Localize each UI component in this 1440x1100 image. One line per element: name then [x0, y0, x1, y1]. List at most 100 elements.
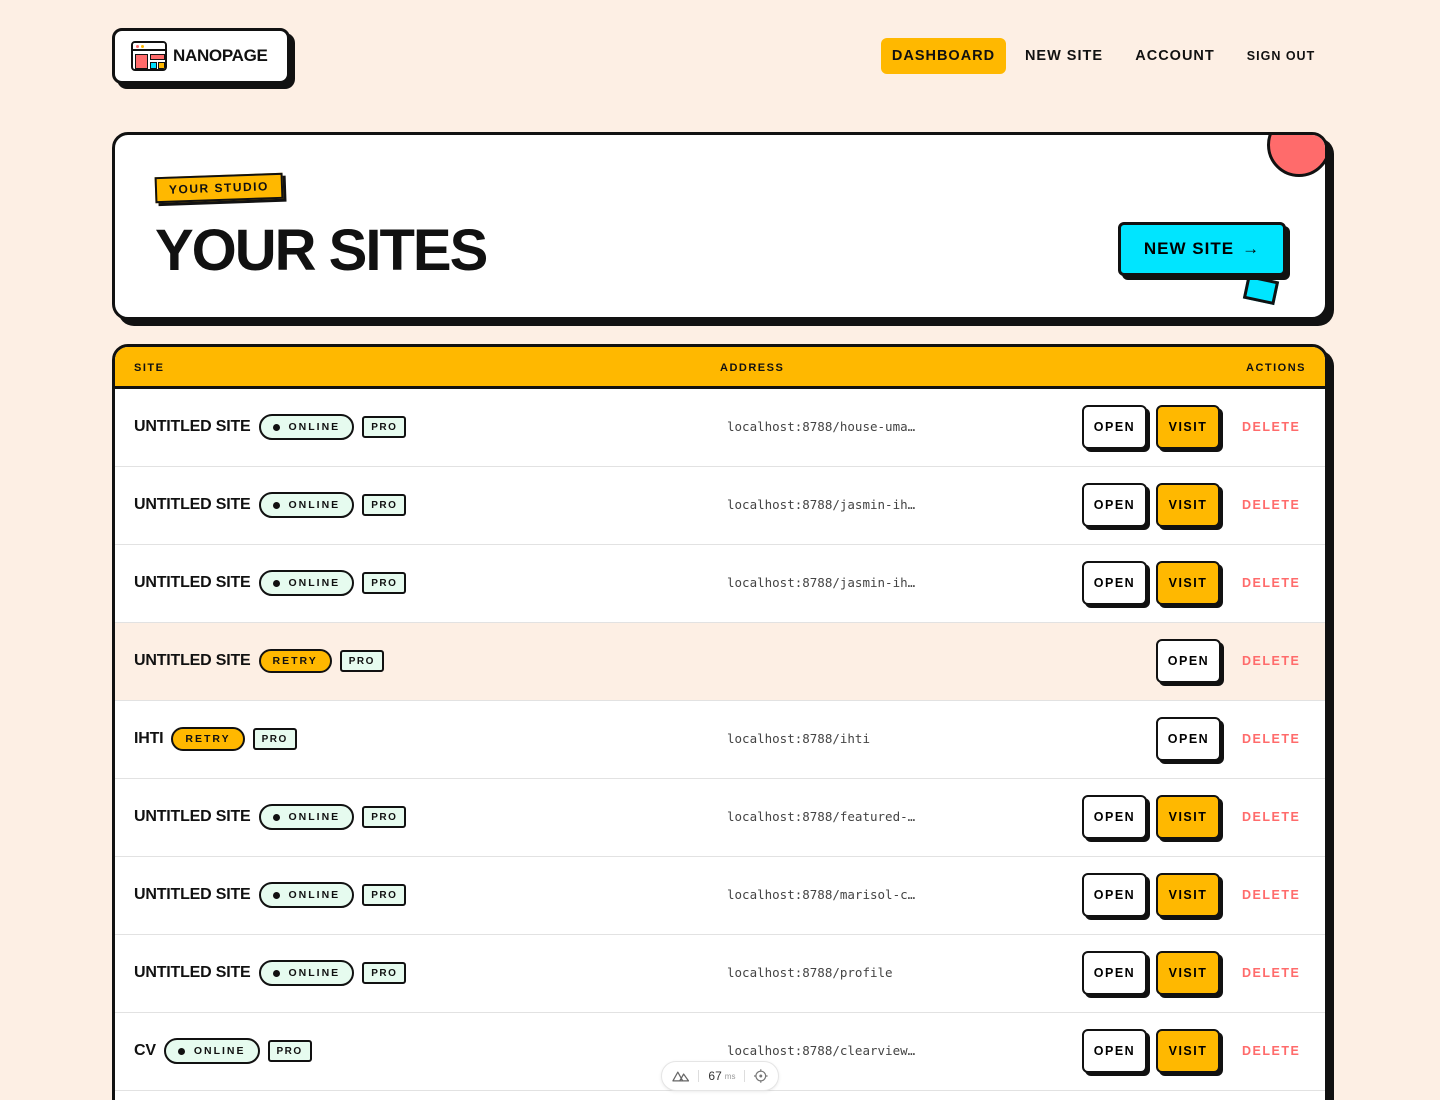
open-button[interactable]: OPEN — [1156, 639, 1221, 683]
status-badge[interactable]: RETRY — [171, 727, 245, 751]
nav-dashboard[interactable]: DASHBOARD — [881, 38, 1006, 74]
open-button[interactable]: OPEN — [1082, 951, 1147, 995]
arrow-right-icon: → — [1242, 239, 1261, 258]
site-name: UNTITLED SITE — [134, 964, 251, 981]
open-button[interactable]: OPEN — [1082, 405, 1147, 449]
status-badge: ONLINE — [258, 492, 355, 518]
delete-button[interactable]: DELETE — [1242, 810, 1300, 824]
status-badge: ONLINE — [258, 570, 355, 596]
sites-table: SITE ADDRESS ACTIONS UNTITLED SITE ONLIN… — [112, 344, 1328, 1100]
visit-button[interactable]: VISIT — [1156, 951, 1220, 995]
delete-button[interactable]: DELETE — [1242, 1044, 1300, 1058]
table-row: UNTITLED SITE RETRY PRO OPEN DELETE — [115, 623, 1325, 701]
status-badge: ONLINE — [258, 804, 355, 830]
plan-badge: PRO — [362, 572, 407, 594]
site-cell: UNTITLED SITE RETRY PRO — [134, 623, 384, 699]
devtools-pill[interactable]: 67 ms — [661, 1061, 779, 1091]
site-address: localhost:8788/clearview… — [727, 1043, 916, 1058]
visit-button[interactable]: VISIT — [1156, 795, 1220, 839]
visit-button[interactable]: VISIT — [1156, 1029, 1220, 1073]
decorative-tab — [1242, 274, 1280, 306]
site-cell: IHTI RETRY PRO — [134, 701, 297, 777]
column-header-address: ADDRESS — [720, 362, 785, 374]
plan-badge: PRO — [362, 806, 407, 828]
nav-account[interactable]: ACCOUNT — [1126, 38, 1224, 74]
site-cell: UNTITLED SITE ONLINE PRO — [134, 857, 407, 933]
plan-badge: PRO — [362, 962, 407, 984]
table-row: UNTITLED SITE ONLINE PRO localhost:8788/… — [115, 545, 1325, 623]
status-badge: ONLINE — [258, 414, 355, 440]
new-site-button-label: NEW SITE — [1143, 239, 1235, 258]
open-button[interactable]: OPEN — [1082, 561, 1147, 605]
table-row: UNTITLED SITE ONLINE PRO localhost:8788/… — [115, 467, 1325, 545]
status-badge: ONLINE — [163, 1038, 260, 1064]
site-name: UNTITLED SITE — [134, 886, 251, 903]
site-address: localhost:8788/jasmin-ih… — [727, 575, 916, 590]
delete-button[interactable]: DELETE — [1242, 420, 1300, 434]
nav-sign-out[interactable]: SIGN OUT — [1240, 38, 1322, 74]
table-header: SITE ADDRESS ACTIONS — [115, 347, 1325, 389]
delete-button[interactable]: DELETE — [1242, 498, 1300, 512]
open-button[interactable]: OPEN — [1082, 1029, 1147, 1073]
plan-badge: PRO — [362, 494, 407, 516]
table-row: UNTITLED SITE ONLINE PRO localhost:8788/… — [115, 389, 1325, 467]
table-row: IHTI RETRY PRO localhost:8788/ihti OPEN … — [115, 701, 1325, 779]
site-address: localhost:8788/profile — [727, 965, 893, 980]
table-row: UNTITLED SITE ONLINE PRO localhost:8788/… — [115, 779, 1325, 857]
site-name: IHTI — [134, 730, 164, 747]
nanopage-logo-icon — [131, 41, 167, 71]
nav-new-site[interactable]: NEW SITE — [1018, 38, 1110, 74]
site-cell: UNTITLED SITE ONLINE PRO — [134, 779, 407, 855]
plan-badge: PRO — [339, 650, 384, 672]
studio-tag: YOUR STUDIO — [154, 172, 284, 204]
visit-button[interactable]: VISIT — [1156, 405, 1220, 449]
logo-text: NANOPAGE — [173, 46, 268, 65]
decorative-circle — [1267, 135, 1325, 177]
status-badge: ONLINE — [258, 960, 355, 986]
hero-card: YOUR STUDIO YOUR SITES NEW SITE → — [112, 132, 1328, 320]
page-title: YOUR SITES — [155, 218, 488, 283]
table-row: UNTITLED SITE ONLINE PRO localhost:8788/… — [115, 935, 1325, 1013]
visit-button[interactable]: VISIT — [1156, 483, 1220, 527]
delete-button[interactable]: DELETE — [1242, 732, 1300, 746]
site-name: UNTITLED SITE — [134, 652, 251, 669]
site-name: UNTITLED SITE — [134, 496, 251, 513]
render-time-unit: ms — [724, 1071, 736, 1081]
plan-badge: PRO — [267, 1040, 312, 1062]
site-address: localhost:8788/house-uma… — [727, 419, 916, 434]
site-cell: CV ONLINE PRO — [134, 1013, 312, 1089]
site-cell: UNTITLED SITE ONLINE PRO — [134, 389, 407, 465]
site-name: UNTITLED SITE — [134, 808, 251, 825]
new-site-button[interactable]: NEW SITE → — [1118, 222, 1286, 276]
site-cell: UNTITLED SITE ONLINE PRO — [134, 935, 407, 1011]
table-row: UNTITLED SITE ONLINE PRO localhost:8788/… — [115, 857, 1325, 935]
site-address: localhost:8788/ihti — [727, 731, 870, 746]
plan-badge: PRO — [252, 728, 297, 750]
status-badge[interactable]: RETRY — [258, 649, 332, 673]
delete-button[interactable]: DELETE — [1242, 576, 1300, 590]
plan-badge: PRO — [362, 416, 407, 438]
nanopage-logo[interactable]: NANOPAGE — [112, 28, 290, 84]
site-cell: UNTITLED SITE ONLINE PRO — [134, 545, 407, 621]
site-address: localhost:8788/marisol-c… — [727, 887, 916, 902]
open-button[interactable]: OPEN — [1082, 795, 1147, 839]
visit-button[interactable]: VISIT — [1156, 561, 1220, 605]
table-body: UNTITLED SITE ONLINE PRO localhost:8788/… — [115, 389, 1325, 1091]
crosshair-icon[interactable] — [754, 1069, 768, 1083]
column-header-site: SITE — [134, 362, 165, 374]
render-time: 67 — [708, 1069, 722, 1083]
delete-button[interactable]: DELETE — [1242, 654, 1300, 668]
site-name: UNTITLED SITE — [134, 418, 251, 435]
site-name: CV — [134, 1042, 156, 1059]
open-button[interactable]: OPEN — [1156, 717, 1221, 761]
open-button[interactable]: OPEN — [1082, 483, 1147, 527]
plan-badge: PRO — [362, 884, 407, 906]
delete-button[interactable]: DELETE — [1242, 888, 1300, 902]
site-address: localhost:8788/featured-… — [727, 809, 916, 824]
nuxt-logo-icon — [672, 1071, 690, 1082]
visit-button[interactable]: VISIT — [1156, 873, 1220, 917]
column-header-actions: ACTIONS — [1246, 362, 1306, 374]
open-button[interactable]: OPEN — [1082, 873, 1147, 917]
status-badge: ONLINE — [258, 882, 355, 908]
delete-button[interactable]: DELETE — [1242, 966, 1300, 980]
